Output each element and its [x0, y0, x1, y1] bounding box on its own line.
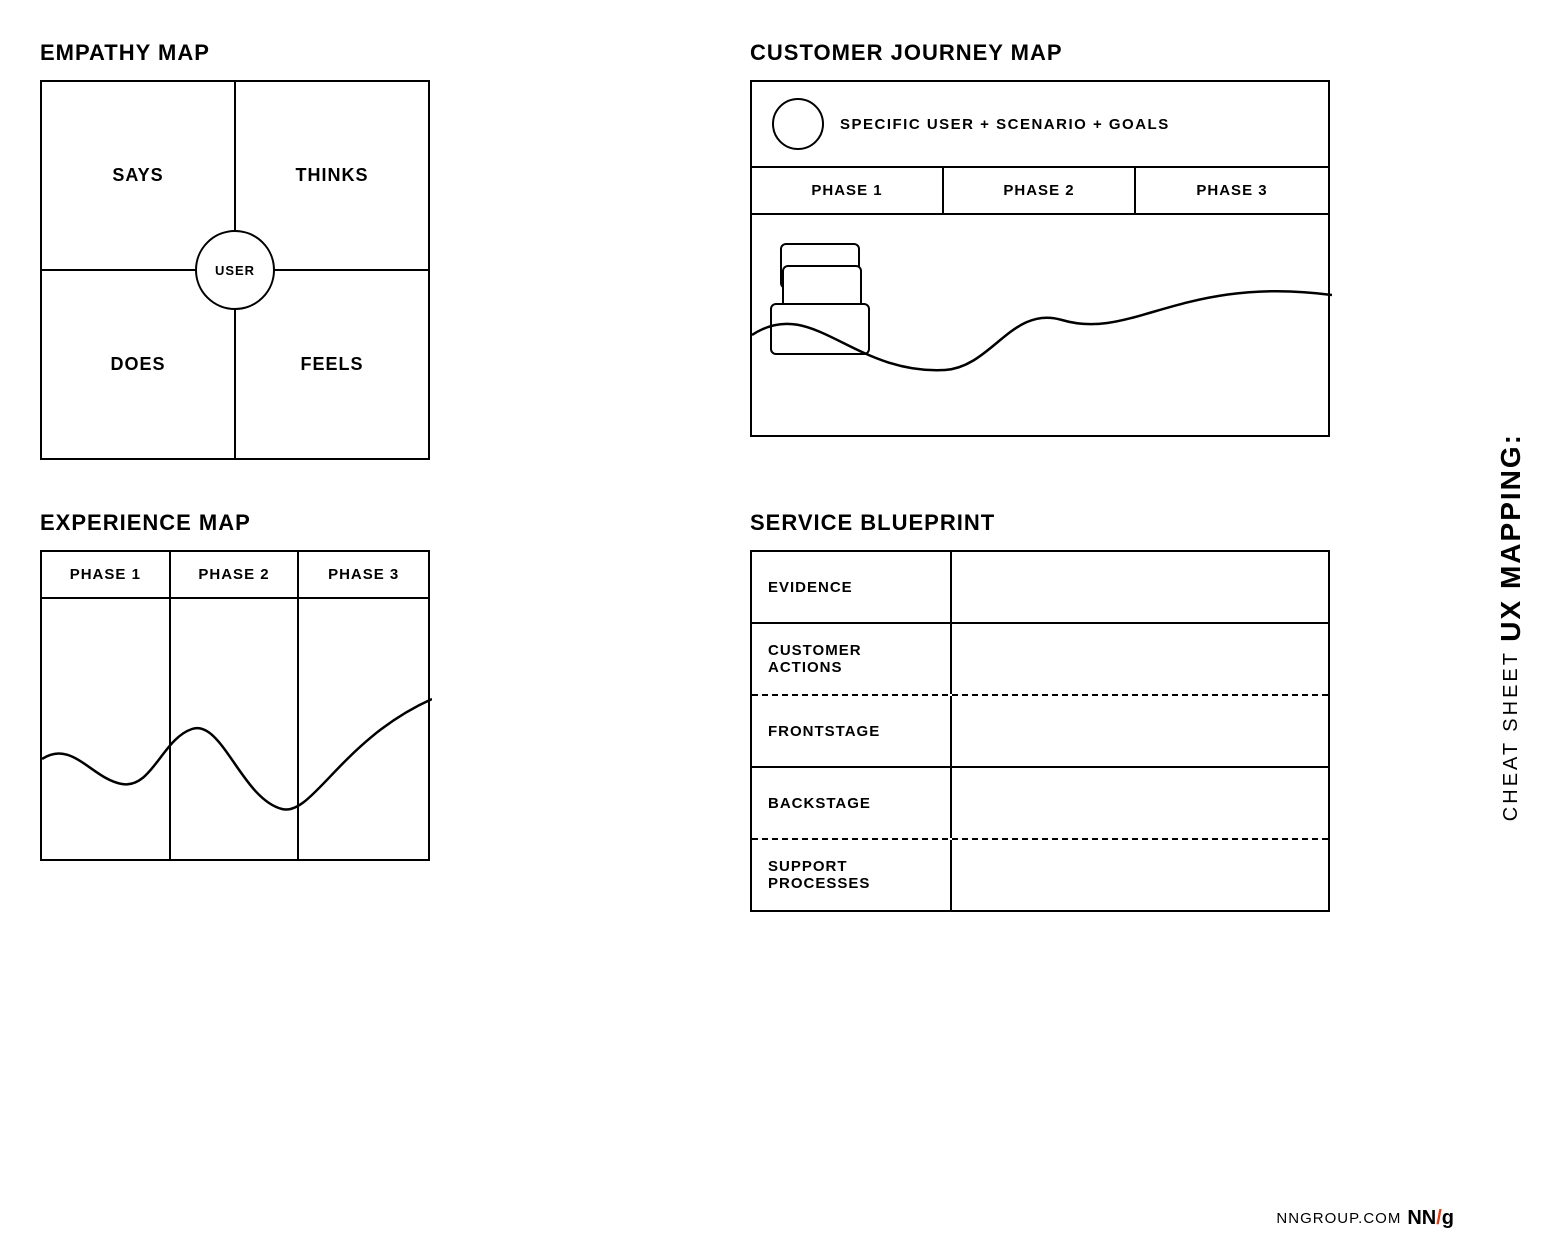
empathy-map-section: EMPATHY MAP SAYS THINKS DOES FEELS USER [40, 40, 690, 460]
journey-phases-row: PHASE 1 PHASE 2 PHASE 3 [752, 168, 1328, 215]
journey-phase-1: PHASE 1 [752, 168, 944, 213]
support-processes-label: SUPPORT PROCESSES [752, 840, 952, 910]
empathy-cell-feels: FEELS [235, 270, 428, 458]
journey-content-row [752, 215, 1328, 435]
vertical-title-text: UX MAPPING: [1496, 433, 1527, 642]
colon-text: : [1495, 433, 1526, 444]
experience-curve-svg [42, 599, 432, 859]
rounded-rect-3 [770, 303, 870, 355]
empathy-map-title: EMPATHY MAP [40, 40, 690, 66]
exp-content-row [42, 599, 428, 859]
experience-map-title: EXPERIENCE MAP [40, 510, 690, 536]
thinks-label: THINKS [296, 165, 369, 186]
evidence-content [952, 552, 1328, 622]
exp-phases-row: PHASE 1 PHASE 2 PHASE 3 [42, 552, 428, 599]
journey-phase-2: PHASE 2 [944, 168, 1136, 213]
blueprint-row-evidence: EVIDENCE [752, 552, 1328, 624]
exp-phase-2: PHASE 2 [171, 552, 300, 597]
blueprint-row-backstage: BACKSTAGE [752, 768, 1328, 840]
journey-scenario-text: SPECIFIC USER + SCENARIO + GOALS [840, 116, 1170, 133]
footer-nn: NN [1407, 1207, 1436, 1229]
footer: NNGROUP.COM NN/g [1276, 1207, 1454, 1230]
journey-scenario-row: SPECIFIC USER + SCENARIO + GOALS [752, 82, 1328, 168]
evidence-label: EVIDENCE [752, 552, 952, 622]
user-icon-circle [772, 98, 824, 150]
footer-url: NNGROUP.COM [1276, 1210, 1401, 1227]
journey-table: SPECIFIC USER + SCENARIO + GOALS PHASE 1… [750, 80, 1330, 437]
experience-map-section: EXPERIENCE MAP PHASE 1 PHASE 2 PHASE 3 [40, 510, 690, 912]
says-label: SAYS [112, 165, 163, 186]
journey-map-section: CUSTOMER JOURNEY MAP SPECIFIC USER + SCE… [750, 40, 1400, 460]
service-blueprint-title: SERVICE BLUEPRINT [750, 510, 1400, 536]
exp-phase-1: PHASE 1 [42, 552, 171, 597]
blueprint-row-customer-actions: CUSTOMER ACTIONS [752, 624, 1328, 696]
support-processes-content [952, 840, 1328, 910]
journey-map-title: CUSTOMER JOURNEY MAP [750, 40, 1400, 66]
user-circle: USER [195, 230, 275, 310]
frontstage-content [952, 696, 1328, 766]
empathy-grid: SAYS THINKS DOES FEELS USER [40, 80, 430, 460]
backstage-label: BACKSTAGE [752, 768, 952, 838]
blueprint-table: EVIDENCE CUSTOMER ACTIONS FRONTSTAGE BAC… [750, 550, 1330, 912]
blueprint-row-frontstage: FRONTSTAGE [752, 696, 1328, 768]
service-blueprint-section: SERVICE BLUEPRINT EVIDENCE CUSTOMER ACTI… [750, 510, 1400, 912]
footer-g: g [1442, 1207, 1454, 1229]
journey-content-grid [752, 215, 944, 435]
blueprint-row-support: SUPPORT PROCESSES [752, 840, 1328, 910]
does-label: DOES [110, 354, 165, 375]
backstage-content [952, 768, 1328, 838]
exp-phase-3: PHASE 3 [299, 552, 428, 597]
experience-table: PHASE 1 PHASE 2 PHASE 3 [40, 550, 430, 861]
footer-logo: NN/g [1407, 1207, 1454, 1230]
vertical-title: UX MAPPING: CHEAT SHEET [1479, 0, 1544, 1254]
frontstage-label: FRONTSTAGE [752, 696, 952, 766]
cheat-sheet-text: CHEAT SHEET [1500, 650, 1523, 821]
ux-mapping-text: UX MAPPING [1495, 444, 1526, 641]
journey-phase-3: PHASE 3 [1136, 168, 1328, 213]
customer-actions-label: CUSTOMER ACTIONS [752, 624, 952, 694]
feels-label: FEELS [300, 354, 363, 375]
customer-actions-content [952, 624, 1328, 694]
